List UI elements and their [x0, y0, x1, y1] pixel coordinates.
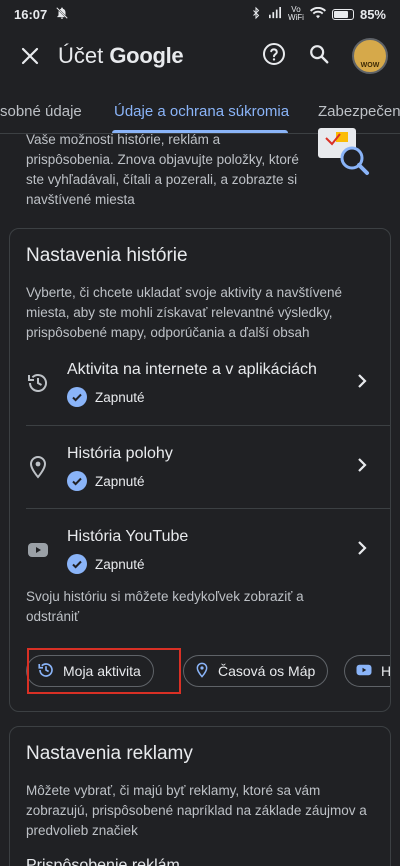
battery-icon: [331, 8, 354, 20]
close-icon[interactable]: [16, 42, 44, 70]
chevron-right-icon: [352, 371, 372, 391]
history-card-description: Vyberte, či chcete ukladať svoje aktivit…: [26, 285, 342, 340]
youtube-history-chip[interactable]: His: [344, 655, 391, 687]
ad-settings-card: Nastavenia reklamy Môžete vybrať, či maj…: [9, 726, 391, 866]
ads-card-description: Môžete vybrať, či majú byť reklamy, ktor…: [26, 783, 367, 838]
history-icon: [26, 371, 50, 395]
status-time: 16:07: [14, 6, 48, 22]
history-card-footer: Svoju históriu si môžete kedykoľvek zobr…: [26, 589, 304, 624]
row-title: Aktivita na internete a v aplikáciách: [67, 361, 317, 378]
maps-timeline-chip[interactable]: Časová os Máp: [183, 655, 329, 687]
chip-label: Časová os Máp: [218, 663, 316, 679]
search-icon[interactable]: [308, 43, 330, 70]
row-status: Zapnuté: [67, 554, 145, 574]
avatar[interactable]: WOW: [352, 38, 388, 74]
chevron-right-icon: [352, 455, 372, 475]
status-bar: 16:07 Vo WiFi 85%: [0, 0, 400, 28]
divider: [26, 425, 390, 426]
location-pin-icon: [194, 661, 210, 682]
row-status: Zapnuté: [67, 471, 145, 491]
row-title: História polohy: [67, 445, 173, 462]
location-pin-icon: [26, 455, 50, 479]
status-label: Zapnuté: [95, 389, 145, 405]
notifications-muted-icon: [55, 6, 69, 23]
tab-personal-info[interactable]: sobné údaje: [0, 103, 82, 120]
chip-label: His: [381, 663, 391, 679]
tab-data-and-privacy[interactable]: Údaje a ochrana súkromia: [114, 103, 289, 120]
history-chips: Moja aktivita Časová os Máp His: [26, 648, 391, 694]
help-icon[interactable]: [262, 42, 286, 71]
check-icon: [67, 554, 87, 574]
status-label: Zapnuté: [95, 473, 145, 489]
wifi-icon: [309, 6, 326, 22]
title-prefix: Účet: [58, 43, 104, 68]
tab-security[interactable]: Zabezpečen: [318, 103, 400, 120]
status-label: Zapnuté: [95, 556, 145, 572]
bluetooth-icon: [250, 6, 262, 23]
check-icon: [67, 471, 87, 491]
cellular-signal-icon: [268, 6, 282, 22]
history-card-title: Nastavenia histórie: [26, 245, 188, 266]
title-brand: Google: [109, 43, 184, 68]
avatar-text: WOW: [360, 61, 380, 69]
highlight-box: [27, 648, 181, 694]
app-bar: Účet Google WOW: [0, 28, 400, 84]
ad-personalization-item[interactable]: Prispôsobenie reklám: [26, 857, 180, 866]
battery-percent: 85%: [359, 6, 386, 22]
youtube-icon: [26, 538, 50, 562]
row-status: Zapnuté: [67, 387, 145, 407]
row-title: História YouTube: [67, 528, 189, 545]
ads-card-title: Nastavenia reklamy: [26, 743, 193, 764]
history-illustration-icon: [316, 128, 372, 176]
divider: [26, 508, 390, 509]
chevron-right-icon: [352, 538, 372, 558]
page-title: Účet Google: [58, 43, 184, 69]
history-settings-card: Nastavenia histórie Vyberte, či chcete u…: [9, 228, 391, 712]
vowifi-label: Vo WiFi: [287, 5, 304, 22]
check-icon: [67, 387, 87, 407]
intro-text: Vaše možnosti histórie, reklám a prispôs…: [26, 132, 299, 207]
youtube-icon: [355, 661, 373, 682]
